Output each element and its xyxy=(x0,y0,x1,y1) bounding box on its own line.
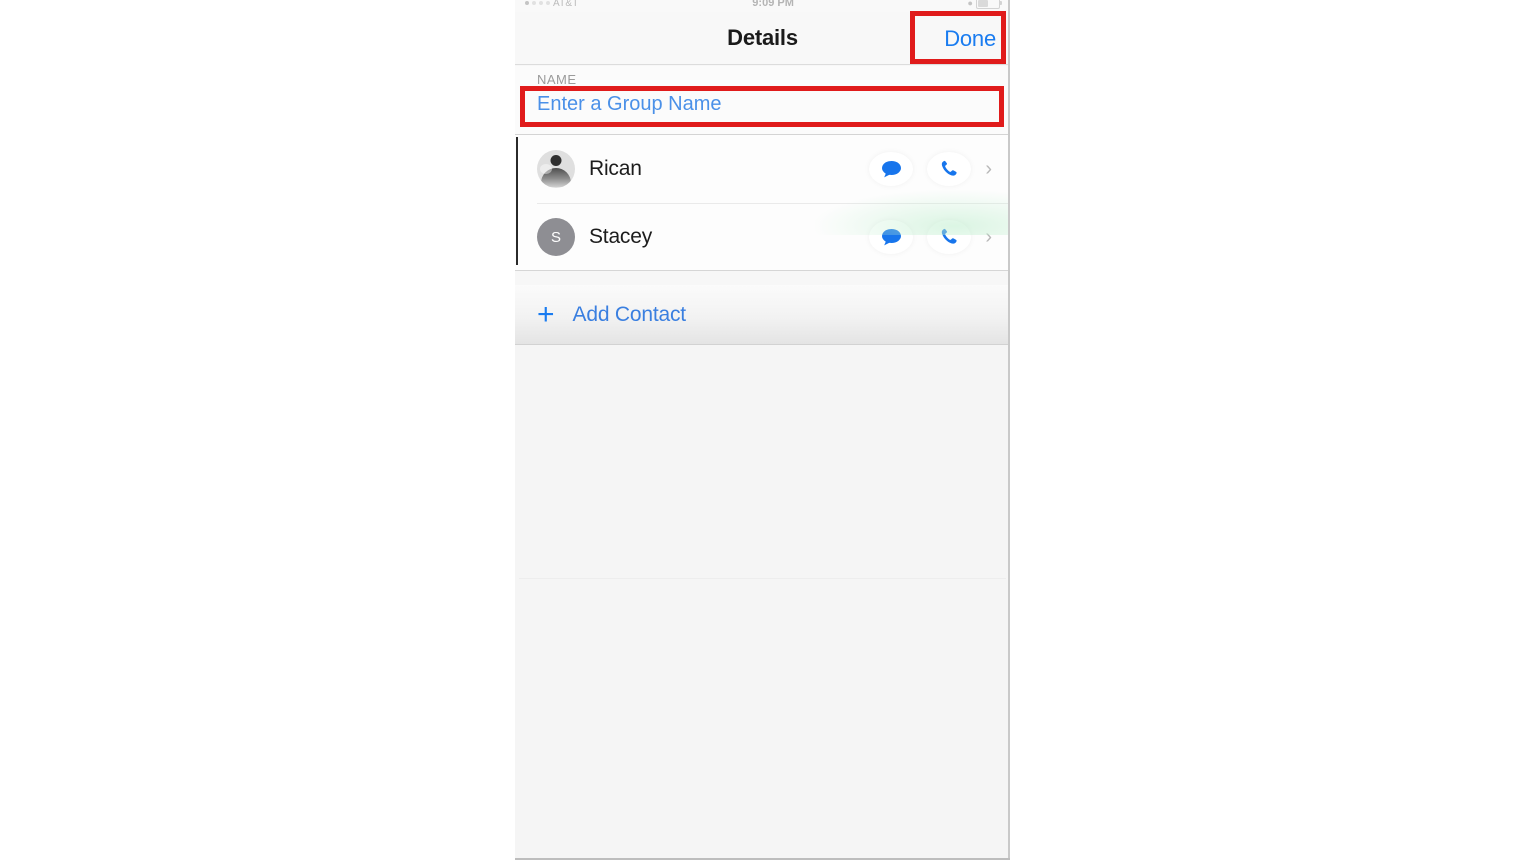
phone-handset-icon xyxy=(942,160,957,176)
add-contact-label: Add Contact xyxy=(572,302,687,326)
divider xyxy=(519,578,1006,579)
phone-right-border xyxy=(1008,0,1010,860)
message-button[interactable] xyxy=(869,220,914,254)
signal-dot-icon xyxy=(525,1,529,5)
signal-dot-icon xyxy=(539,1,543,5)
message-bubble-icon xyxy=(881,161,901,178)
group-name-section: NAME xyxy=(515,66,1010,135)
group-name-input[interactable] xyxy=(537,93,977,116)
avatar-photo-highlight xyxy=(540,164,552,174)
contact-name: Rican xyxy=(589,157,642,180)
plus-icon: + xyxy=(537,297,555,331)
avatar-photo-head xyxy=(550,155,562,166)
phone-bottom-border xyxy=(515,858,1010,860)
status-bar: AT&T 9:09 PM ● xyxy=(515,0,1010,12)
status-bar-right: ● xyxy=(967,0,1002,9)
signal-dot-icon xyxy=(546,1,550,5)
divider xyxy=(515,270,1010,271)
empty-content-area xyxy=(515,345,1010,858)
battery-fill xyxy=(977,0,988,7)
status-bar-left: AT&T xyxy=(525,0,579,9)
avatar xyxy=(537,150,575,188)
battery-icon xyxy=(975,0,1002,9)
add-contact-button[interactable]: + Add Contact xyxy=(515,285,1010,345)
avatar: S xyxy=(537,218,575,256)
phone-screen: AT&T 9:09 PM ● Details Done NAME Rican xyxy=(515,0,1010,860)
bluetooth-icon: ● xyxy=(967,0,973,8)
contact-row[interactable]: Rican › xyxy=(515,135,1010,203)
avatar-initial: S xyxy=(550,228,561,246)
done-button[interactable]: Done xyxy=(944,26,996,52)
message-button[interactable] xyxy=(869,152,914,186)
call-button[interactable] xyxy=(927,220,972,254)
contacts-left-edge-line xyxy=(516,137,518,265)
signal-dot-icon xyxy=(532,1,536,5)
page-title: Details xyxy=(727,25,798,50)
name-section-header: NAME xyxy=(537,72,577,87)
clock-label: 9:09 PM xyxy=(752,0,794,9)
contact-name: Stacey xyxy=(589,225,652,248)
call-button[interactable] xyxy=(927,152,972,186)
message-bubble-icon xyxy=(881,229,901,246)
chevron-right-icon[interactable]: › xyxy=(985,227,992,247)
contact-row[interactable]: S Stacey › xyxy=(515,203,1010,271)
chevron-right-icon[interactable]: › xyxy=(985,159,992,179)
carrier-label: AT&T xyxy=(553,0,579,9)
navigation-bar: Details Done xyxy=(515,12,1010,65)
phone-handset-icon xyxy=(942,228,957,244)
contacts-list: Rican › S Stacey › xyxy=(515,135,1010,271)
status-bar-center: 9:09 PM xyxy=(752,0,794,9)
